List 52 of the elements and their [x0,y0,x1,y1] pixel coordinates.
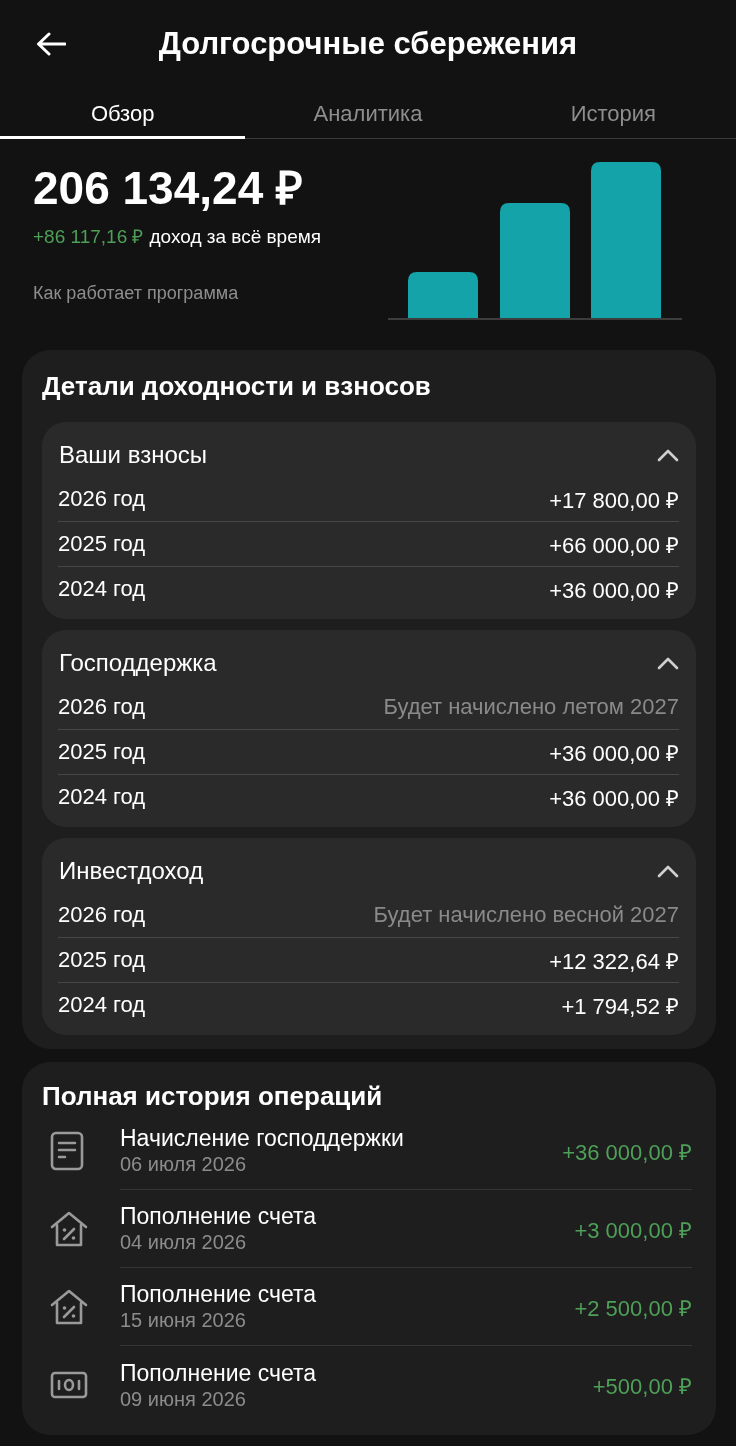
amount-value: +36 000,00 ₽ [549,577,679,604]
amount-value: +36 000,00 ₽ [549,785,679,812]
group-title: Инвестдоход [59,856,204,886]
year-label: 2026 год [58,485,146,512]
how-it-works-link[interactable]: Как работает программа [33,281,239,305]
chart-bar [408,272,478,318]
income-amount: +86 117,16 ₽ [33,225,144,249]
operation-title: Пополнение счета [120,1359,317,1387]
group-title: Господдержка [59,648,217,678]
operation-date: 15 июня 2026 [120,1308,247,1332]
income-label: доход за всё время [149,225,322,249]
banknote-icon [50,1371,88,1399]
operation-title: Пополнение счета [120,1203,317,1230]
chevron-up-icon[interactable] [657,656,679,670]
tab[interactable]: История [490,88,736,139]
house-percent-icon [50,1210,88,1248]
section-title: Детали доходности и взносов [42,370,432,402]
house-percent-icon [50,1288,88,1326]
operation-amount: +36 000,00 ₽ [562,1138,692,1166]
amount-value: +66 000,00 ₽ [549,532,679,559]
pending-note: Будет начислено весной 2027 [373,901,679,928]
operation-date: 06 июля 2026 [120,1152,248,1176]
tab[interactable]: Обзор [0,88,246,139]
tab[interactable]: Аналитика [245,88,491,139]
year-label: 2025 год [58,947,146,973]
group-title: Ваши взносы [59,440,208,470]
year-label: 2024 год [58,576,146,602]
operation-date: 09 июня 2026 [120,1386,247,1411]
chevron-up-icon[interactable] [657,864,679,878]
page-title: Долгосрочные сбережения [158,26,578,62]
operation-date: 04 июля 2026 [120,1230,248,1254]
year-label: 2024 год [58,784,146,810]
amount-value: +12 322,64 ₽ [549,948,679,975]
operation-title: Пополнение счета [120,1281,317,1308]
year-label: 2025 год [58,739,146,765]
back-arrow-icon [36,32,66,56]
operation-amount: +2 500,00 ₽ [574,1294,692,1322]
amount-value: +17 800,00 ₽ [549,486,679,514]
chevron-up-icon[interactable] [657,448,679,462]
year-label: 2026 год [58,693,146,720]
pending-note: Будет начислено летом 2027 [383,693,679,720]
operation-title: Начисление господдержки [120,1125,404,1152]
operation-amount: +500,00 ₽ [592,1373,692,1400]
year-label: 2024 год [58,992,146,1018]
balance-amount: 206 134,24 ₽ [33,162,304,214]
amount-value: +1 794,52 ₽ [561,993,679,1020]
year-label: 2025 год [58,531,146,557]
document-icon [50,1131,84,1171]
section-title: Полная история операций [42,1080,384,1112]
amount-value: +36 000,00 ₽ [549,740,679,767]
operation-amount: +3 000,00 ₽ [574,1216,692,1244]
year-label: 2026 год [58,901,146,928]
